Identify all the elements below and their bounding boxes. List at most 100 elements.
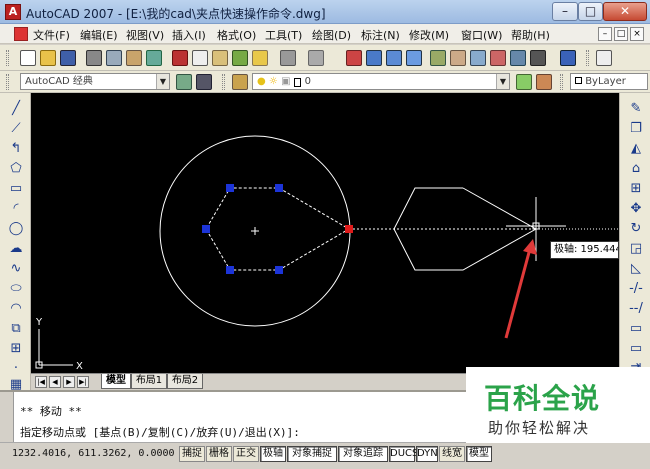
polygon-icon[interactable]: ⬠ [8, 161, 24, 177]
tab-layout1[interactable]: 布局1 [131, 374, 167, 389]
chevron-down-icon[interactable]: ▼ [496, 74, 509, 89]
workspace-select[interactable]: AutoCAD 经典 ▼ [20, 73, 170, 90]
menu-view[interactable]: 视图(V) [126, 27, 164, 43]
last-tab-button[interactable]: ▶| [77, 376, 89, 388]
grip[interactable] [226, 184, 234, 192]
menu-file[interactable]: 文件(F) [33, 27, 70, 43]
3d-dwf-icon[interactable] [146, 50, 162, 66]
hot-grip[interactable] [345, 225, 353, 233]
block-editor-icon[interactable] [252, 50, 268, 66]
save-workspace-icon[interactable] [196, 74, 212, 90]
autocad-app-icon[interactable]: A [5, 4, 21, 20]
polar-toggle[interactable]: 极轴 [260, 446, 286, 462]
menu-window[interactable]: 窗口(W) [461, 27, 502, 43]
toolbar-grip[interactable] [6, 50, 9, 66]
toolbar-grip[interactable] [560, 74, 563, 90]
selected-polygon[interactable] [205, 187, 350, 271]
menu-modify[interactable]: 修改(M) [409, 27, 449, 43]
help-icon[interactable] [560, 50, 576, 66]
paste-icon[interactable] [212, 50, 228, 66]
make-block-icon[interactable]: ⊞ [8, 341, 24, 357]
model-toggle[interactable]: 模型 [466, 446, 492, 462]
menu-tools[interactable]: 工具(T) [265, 27, 302, 43]
layer-previous-icon[interactable] [536, 74, 552, 90]
open-icon[interactable] [40, 50, 56, 66]
grip[interactable] [275, 266, 283, 274]
revision-cloud-icon[interactable]: ☁ [8, 241, 24, 257]
construction-line-icon[interactable]: ⟋ [8, 121, 24, 137]
document-restore-button[interactable]: □ [614, 27, 628, 41]
grip[interactable] [202, 225, 210, 233]
make-current-layer-icon[interactable] [516, 74, 532, 90]
command-window-grip[interactable] [0, 392, 14, 442]
copy-icon[interactable] [192, 50, 208, 66]
maximize-button[interactable]: □ [578, 2, 603, 21]
undo-icon[interactable] [280, 50, 296, 66]
zoom-window-icon[interactable] [386, 50, 402, 66]
print-icon[interactable] [86, 50, 102, 66]
erase-icon[interactable]: ✎ [628, 101, 644, 117]
ducs-toggle[interactable]: DUCS [389, 446, 418, 462]
properties-icon[interactable] [430, 50, 446, 66]
markup-icon[interactable] [510, 50, 526, 66]
mirror-icon[interactable]: ◭ [628, 141, 644, 157]
dyn-toggle[interactable]: DYN [416, 446, 438, 462]
first-tab-button[interactable]: |◀ [35, 376, 47, 388]
rotate-icon[interactable]: ↻ [628, 221, 644, 237]
layer-freeze-icon[interactable]: ☼ [269, 76, 278, 87]
text-style-icon[interactable] [596, 50, 612, 66]
command-prompt[interactable]: 指定移动点或 [基点(B)/复制(C)/放弃(U)/退出(X)]: [20, 424, 300, 440]
tab-model[interactable]: 模型 [101, 374, 131, 389]
extend-icon[interactable]: --/ [628, 301, 644, 317]
tool-palettes-icon[interactable] [470, 50, 486, 66]
polyline-icon[interactable]: ↰ [8, 141, 24, 157]
new-icon[interactable] [20, 50, 36, 66]
cursor-coordinates[interactable]: 1232.4016, 611.3262, 0.0000 [12, 448, 175, 459]
toolbar-grip[interactable] [586, 50, 589, 66]
layer-on-icon[interactable]: ● [257, 76, 266, 87]
zoom-previous-icon[interactable] [406, 50, 422, 66]
menu-edit[interactable]: 编辑(E) [80, 27, 118, 43]
calculator-icon[interactable] [530, 50, 546, 66]
publish-icon[interactable] [126, 50, 142, 66]
grip[interactable] [275, 184, 283, 192]
layer-select[interactable]: ● ☼ ▣ ■ 0 ▼ [252, 73, 510, 90]
workspace-settings-icon[interactable] [176, 74, 192, 90]
grip[interactable] [226, 266, 234, 274]
tab-layout2[interactable]: 布局2 [167, 374, 203, 389]
menu-dimension[interactable]: 标注(N) [361, 27, 400, 43]
stretch-icon[interactable]: ◺ [628, 261, 644, 277]
ortho-toggle[interactable]: 正交 [233, 446, 259, 462]
close-button[interactable]: ✕ [603, 2, 647, 21]
menu-draw[interactable]: 绘图(D) [312, 27, 351, 43]
rectangle-icon[interactable]: ▭ [8, 181, 24, 197]
document-minimize-button[interactable]: – [598, 27, 612, 41]
drawing-svg[interactable]: Y X [31, 93, 619, 373]
linetype-select[interactable]: ByLayer [570, 73, 648, 90]
osnap-toggle[interactable]: 对象捕捉 [287, 446, 337, 462]
layer-lock-icon[interactable]: ▣ [281, 76, 290, 87]
grid-toggle[interactable]: 栅格 [206, 446, 232, 462]
ellipse-icon[interactable]: ⬭ [8, 281, 24, 297]
circle-icon[interactable]: ◯ [8, 221, 24, 237]
chevron-down-icon[interactable]: ▼ [156, 74, 169, 89]
minimize-button[interactable]: – [552, 2, 578, 21]
document-icon[interactable] [14, 27, 28, 41]
menu-help[interactable]: 帮助(H) [511, 27, 550, 43]
lineweight-toggle[interactable]: 线宽 [439, 446, 465, 462]
trim-icon[interactable]: -/- [628, 281, 644, 297]
menu-format[interactable]: 格式(O) [217, 27, 256, 43]
break-icon[interactable]: ▭ [628, 341, 644, 357]
break-at-point-icon[interactable]: ▭ [628, 321, 644, 337]
toolbar-grip[interactable] [6, 74, 9, 90]
line-icon[interactable]: ╱ [8, 101, 24, 117]
otrack-toggle[interactable]: 对象追踪 [338, 446, 388, 462]
sheet-set-icon[interactable] [490, 50, 506, 66]
copy-object-icon[interactable]: ❐ [628, 121, 644, 137]
toolbar-grip[interactable] [222, 74, 225, 90]
prev-tab-button[interactable]: ◀ [49, 376, 61, 388]
move-icon[interactable]: ✥ [628, 201, 644, 217]
plot-preview-icon[interactable] [106, 50, 122, 66]
save-icon[interactable] [60, 50, 76, 66]
point-icon[interactable]: · [8, 361, 24, 377]
